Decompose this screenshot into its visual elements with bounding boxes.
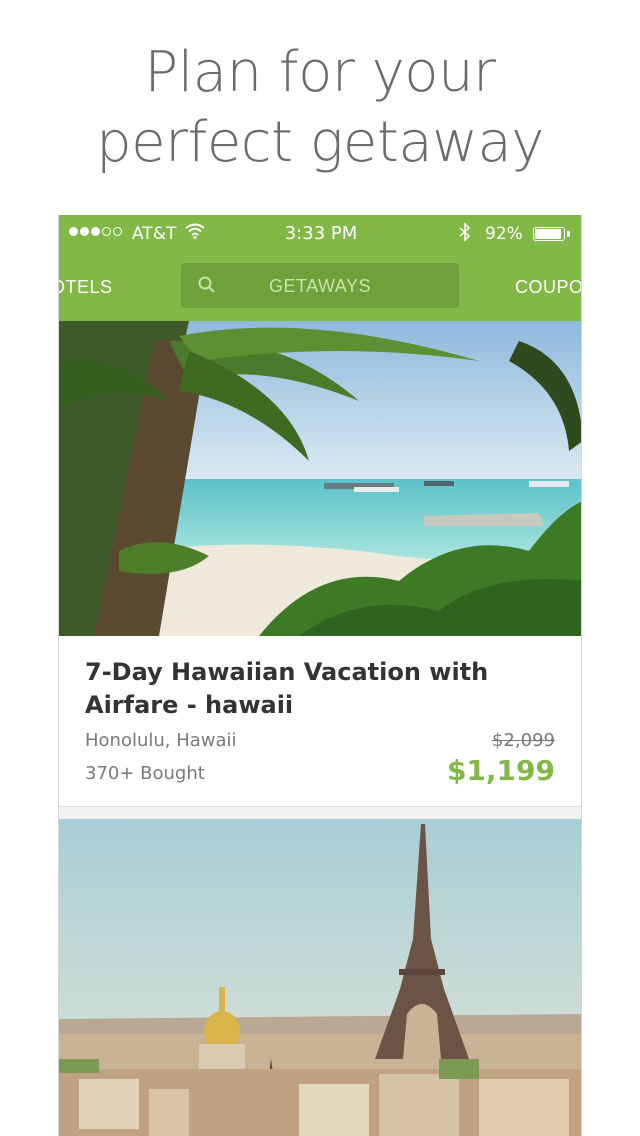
tab-hotels[interactable]: OTELS xyxy=(59,277,113,298)
tab-coupons[interactable]: COUPO xyxy=(515,277,581,298)
battery-icon xyxy=(533,227,565,241)
deal-info: 7-Day Hawaiian Vacation with Airfare - h… xyxy=(59,636,581,807)
deal-location: Honolulu, Hawaii xyxy=(85,730,237,751)
status-bar: AT&T 3:33 PM 92% xyxy=(59,215,581,253)
hawaii-beach-image xyxy=(59,321,581,636)
bluetooth-icon xyxy=(459,222,471,246)
category-nav: OTELS GETAWAYS COUPO xyxy=(59,253,581,321)
headline-line-2: perfect getaway xyxy=(96,110,544,175)
deal-title[interactable]: 7-Day Hawaiian Vacation with Airfare - h… xyxy=(85,656,525,722)
deal-price: $1,199 xyxy=(446,754,555,787)
getaways-label: GETAWAYS xyxy=(268,276,371,296)
headline-line-1: Plan for your xyxy=(144,40,496,105)
battery-percentage: 92% xyxy=(485,224,523,244)
original-price: $2,099 xyxy=(492,730,555,751)
paris-eiffel-tower-image xyxy=(59,819,581,1136)
top-bar: AT&T 3:33 PM 92% OTELS xyxy=(59,215,581,321)
deal-card[interactable]: 7-Day Hawaiian Vacation with Airfare - h… xyxy=(59,321,581,807)
phone-screen: AT&T 3:33 PM 92% OTELS xyxy=(58,215,582,1136)
getaways-search-tab[interactable]: GETAWAYS xyxy=(181,263,459,308)
deal-bought-count: 370+ Bought xyxy=(85,763,205,784)
deal-card-paris[interactable] xyxy=(59,819,581,1136)
marketing-headline: Plan for your perfect getaway xyxy=(0,38,640,178)
